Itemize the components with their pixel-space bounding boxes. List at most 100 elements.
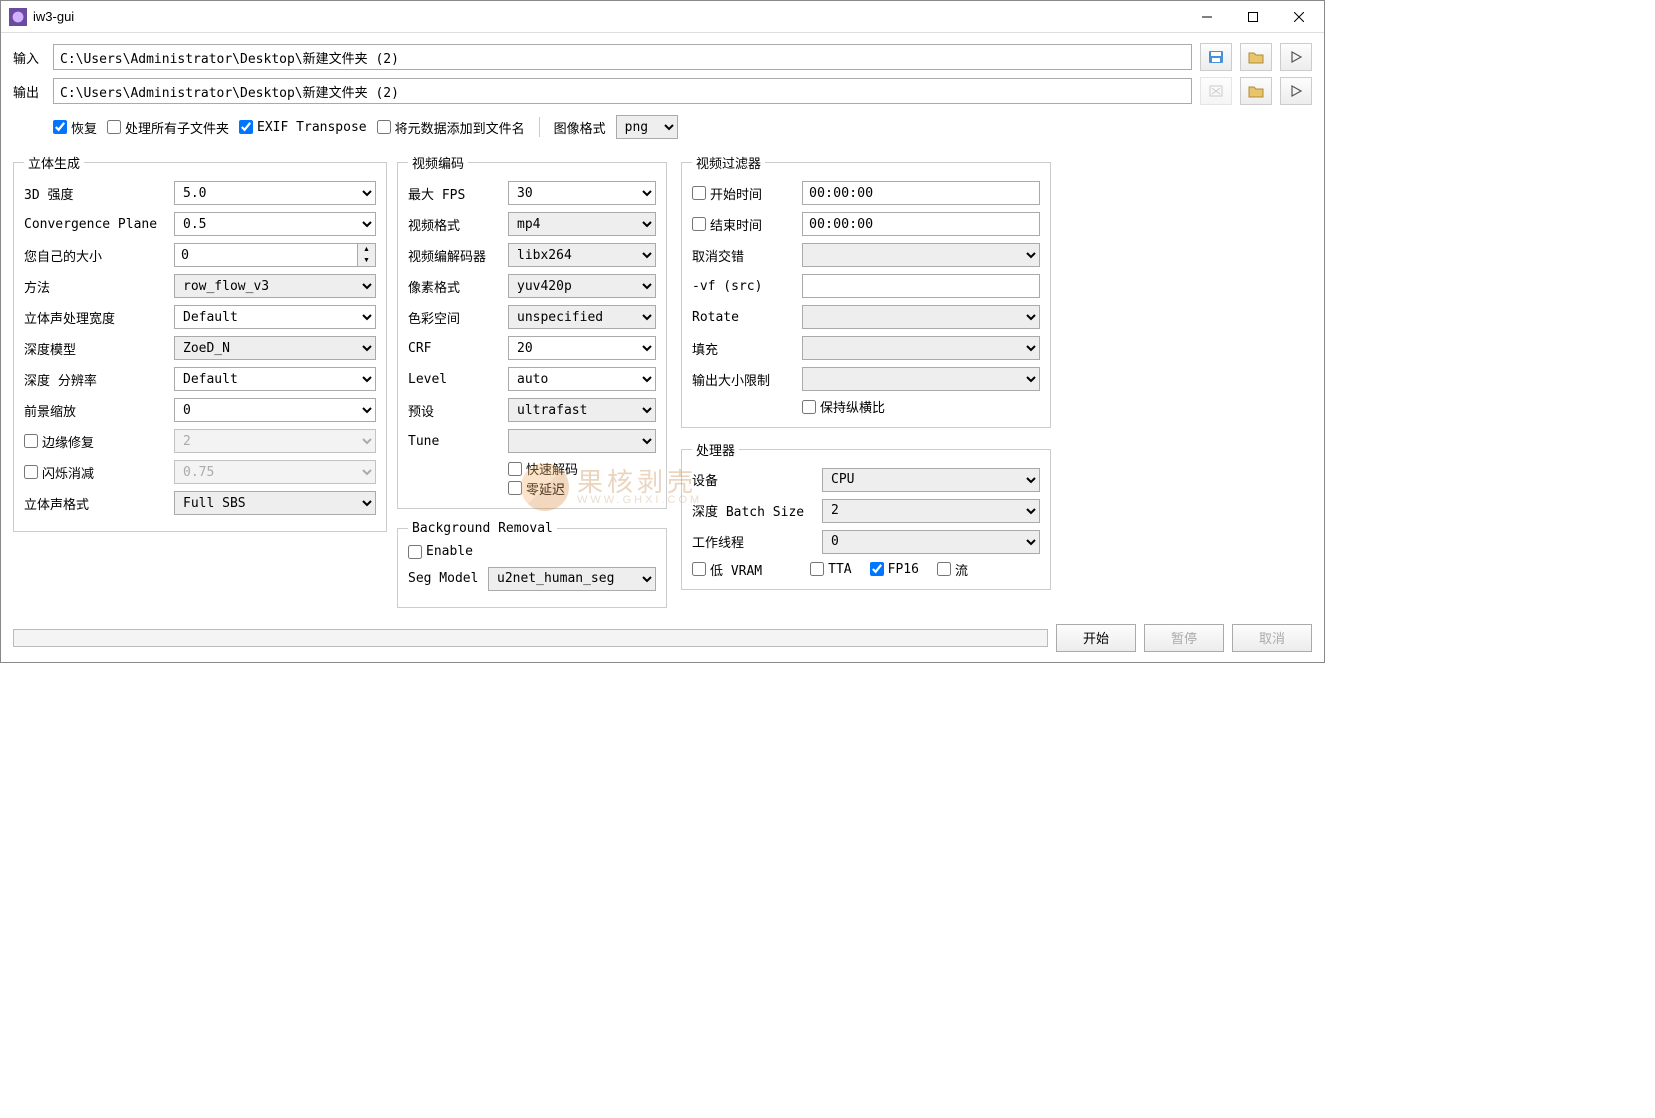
close-button[interactable] xyxy=(1276,2,1322,32)
input-label: 输入 xyxy=(13,48,49,67)
seg-model-select[interactable]: u2net_human_seg xyxy=(488,567,656,591)
level-label: Level xyxy=(408,372,508,387)
keep-aspect-checkbox[interactable]: 保持纵横比 xyxy=(802,397,885,416)
pause-button[interactable]: 暂停 xyxy=(1144,624,1224,652)
fp16-checkbox[interactable]: FP16 xyxy=(870,562,919,577)
own-size-label: 您自己的大小 xyxy=(24,246,174,265)
image-format-label: 图像格式 xyxy=(554,118,606,137)
depth-res-select[interactable]: Default xyxy=(174,367,376,391)
batch-size-select[interactable]: 2 xyxy=(822,499,1040,523)
separator xyxy=(539,117,540,137)
metadata-filename-checkbox[interactable]: 将元数据添加到文件名 xyxy=(377,118,525,137)
colorspace-label: 色彩空间 xyxy=(408,308,508,327)
padding-label: 填充 xyxy=(692,339,802,358)
output-limit-label: 输出大小限制 xyxy=(692,370,802,389)
stereo-width-label: 立体声处理宽度 xyxy=(24,308,174,327)
method-select[interactable]: row_flow_v3 xyxy=(174,274,376,298)
minimize-button[interactable] xyxy=(1184,2,1230,32)
exif-transpose-checkbox[interactable]: EXIF Transpose xyxy=(239,120,367,135)
device-label: 设备 xyxy=(692,470,822,489)
titlebar: iw3-gui xyxy=(1,1,1324,33)
output-browse-button[interactable] xyxy=(1240,77,1272,105)
vf-src-field[interactable] xyxy=(802,274,1040,298)
strength-select[interactable]: 5.0 xyxy=(174,181,376,205)
bg-enable-checkbox[interactable]: Enable xyxy=(408,544,473,559)
rotate-label: Rotate xyxy=(692,310,802,325)
video-encoding-group: 视频编码 最大 FPS30 视频格式mp4 视频编解码器libx264 像素格式… xyxy=(397,153,667,509)
stereo-width-select[interactable]: Default xyxy=(174,305,376,329)
own-size-spinner[interactable] xyxy=(174,243,358,267)
output-path-field[interactable] xyxy=(53,78,1192,104)
foreground-label: 前景缩放 xyxy=(24,401,174,420)
depth-res-label: 深度 分辨率 xyxy=(24,370,174,389)
cancel-button[interactable]: 取消 xyxy=(1232,624,1312,652)
fast-decode-checkbox[interactable]: 快速解码 xyxy=(508,459,578,478)
input-path-field[interactable] xyxy=(53,44,1192,70)
video-filter-group: 视频过滤器 开始时间 结束时间 取消交错 -vf (src) Rotate 填充… xyxy=(681,153,1051,428)
stereo-format-select[interactable]: Full SBS xyxy=(174,491,376,515)
crf-select[interactable]: 20 xyxy=(508,336,656,360)
colorspace-select[interactable]: unspecified xyxy=(508,305,656,329)
seg-model-label: Seg Model xyxy=(408,571,488,586)
device-select[interactable]: CPU xyxy=(822,468,1040,492)
stereo-group: 立体生成 3D 强度 5.0 Convergence Plane 0.5 您自己… xyxy=(13,153,387,532)
depth-model-label: 深度模型 xyxy=(24,339,174,358)
process-subfolders-checkbox[interactable]: 处理所有子文件夹 xyxy=(107,118,229,137)
batch-size-label: 深度 Batch Size xyxy=(692,501,822,520)
convergence-label: Convergence Plane xyxy=(24,217,174,232)
convergence-select[interactable]: 0.5 xyxy=(174,212,376,236)
pixel-format-label: 像素格式 xyxy=(408,277,508,296)
preset-select[interactable]: ultrafast xyxy=(508,398,656,422)
codec-select[interactable]: libx264 xyxy=(508,243,656,267)
flicker-select: 0.75 xyxy=(174,460,376,484)
video-format-select[interactable]: mp4 xyxy=(508,212,656,236)
strength-label: 3D 强度 xyxy=(24,184,174,203)
pixel-format-select[interactable]: yuv420p xyxy=(508,274,656,298)
progress-bar xyxy=(13,629,1048,647)
threads-select[interactable]: 0 xyxy=(822,530,1040,554)
depth-model-select[interactable]: ZoeD_N xyxy=(174,336,376,360)
level-select[interactable]: auto xyxy=(508,367,656,391)
fps-select[interactable]: 30 xyxy=(508,181,656,205)
input-save-button[interactable] xyxy=(1200,43,1232,71)
end-time-field[interactable] xyxy=(802,212,1040,236)
image-format-select[interactable]: png xyxy=(616,115,678,139)
output-clear-button[interactable] xyxy=(1200,77,1232,105)
preset-label: 预设 xyxy=(408,401,508,420)
restore-checkbox[interactable]: 恢复 xyxy=(53,118,97,137)
start-time-checkbox[interactable]: 开始时间 xyxy=(692,184,802,203)
deinterlace-select[interactable] xyxy=(802,243,1040,267)
tune-select[interactable] xyxy=(508,429,656,453)
spin-down-icon[interactable]: ▼ xyxy=(358,255,375,266)
zero-latency-checkbox[interactable]: 零延迟 xyxy=(508,479,565,498)
vf-src-label: -vf (src) xyxy=(692,279,802,294)
output-label: 输出 xyxy=(13,82,49,101)
output-limit-select[interactable] xyxy=(802,367,1040,391)
output-play-button[interactable] xyxy=(1280,77,1312,105)
spin-up-icon[interactable]: ▲ xyxy=(358,244,375,255)
input-play-button[interactable] xyxy=(1280,43,1312,71)
codec-label: 视频编解码器 xyxy=(408,246,508,265)
start-button[interactable]: 开始 xyxy=(1056,624,1136,652)
app-icon xyxy=(9,8,27,26)
edge-fix-checkbox[interactable]: 边缘修复 xyxy=(24,432,174,451)
foreground-select[interactable]: 0 xyxy=(174,398,376,422)
method-label: 方法 xyxy=(24,277,174,296)
maximize-button[interactable] xyxy=(1230,2,1276,32)
stereo-format-label: 立体声格式 xyxy=(24,494,174,513)
background-removal-group: Background Removal Enable Seg Modelu2net… xyxy=(397,521,667,608)
processor-group: 处理器 设备CPU 深度 Batch Size2 工作线程0 低 VRAM TT… xyxy=(681,440,1051,590)
padding-select[interactable] xyxy=(802,336,1040,360)
tune-label: Tune xyxy=(408,434,508,449)
crf-label: CRF xyxy=(408,341,508,356)
input-browse-button[interactable] xyxy=(1240,43,1272,71)
low-vram-checkbox[interactable]: 低 VRAM xyxy=(692,560,762,579)
rotate-select[interactable] xyxy=(802,305,1040,329)
window-title: iw3-gui xyxy=(33,9,1184,24)
end-time-checkbox[interactable]: 结束时间 xyxy=(692,215,802,234)
stream-checkbox[interactable]: 流 xyxy=(937,560,968,579)
tta-checkbox[interactable]: TTA xyxy=(810,562,851,577)
flicker-checkbox[interactable]: 闪烁消减 xyxy=(24,463,174,482)
video-format-label: 视频格式 xyxy=(408,215,508,234)
start-time-field[interactable] xyxy=(802,181,1040,205)
